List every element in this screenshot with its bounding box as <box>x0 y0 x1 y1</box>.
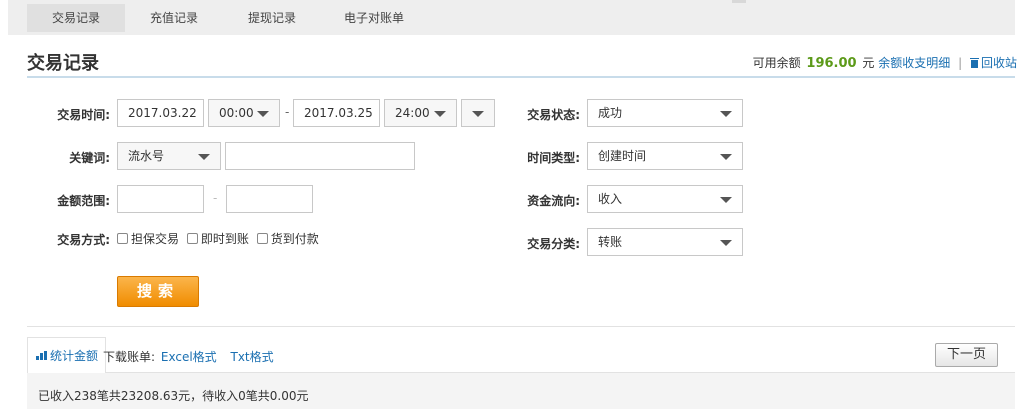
chevron-down-icon <box>720 197 732 203</box>
page-title: 交易记录 <box>27 53 99 74</box>
flow-label: 资金流向: <box>527 194 580 208</box>
status-label: 交易状态: <box>527 108 580 122</box>
keyword-type-value: 流水号 <box>128 149 165 163</box>
balance-unit: 元 <box>862 56 875 70</box>
tab-recharge[interactable]: 充值记录 <box>125 4 223 32</box>
chevron-down-icon <box>720 111 732 117</box>
checkbox-box[interactable] <box>256 233 268 244</box>
end-time-value: 24:00 <box>395 106 430 120</box>
flow-select[interactable]: 收入 <box>587 185 743 213</box>
tab-transactions[interactable]: 交易记录 <box>27 4 125 32</box>
tab-withdraw[interactable]: 提现记录 <box>223 4 321 32</box>
txt-download-link[interactable]: Txt格式 <box>231 350 274 364</box>
method-label: 交易方式: <box>57 233 110 247</box>
stat-tab-label: 统计金额 <box>50 349 99 363</box>
method-checkboxes: 担保交易 即时到账 货到付款 <box>117 230 323 247</box>
transaction-records-page: 交易记录 充值记录 提现记录 电子对账单 交易记录 可用余额 196.00 元 … <box>0 0 1029 409</box>
balance-detail-link[interactable]: 余额收支明细 <box>878 56 950 70</box>
summary-text: 已收入238笔共23208.63元，待收入0笔共0.00元 <box>38 389 309 403</box>
chevron-down-icon <box>257 111 269 117</box>
end-date-input[interactable]: 2017.03.25 <box>293 99 380 127</box>
next-page-button[interactable]: 下一页 <box>935 343 998 367</box>
tab-notch <box>732 0 746 3</box>
time-type-label: 时间类型: <box>527 151 580 165</box>
balance-amount: 196.00 <box>806 56 857 71</box>
top-tabs: 交易记录 充值记录 提现记录 电子对账单 <box>8 0 1015 35</box>
header-separator: | <box>958 56 963 70</box>
chevron-down-icon <box>720 240 732 246</box>
category-select[interactable]: 转账 <box>587 228 743 256</box>
checkbox-box[interactable] <box>186 233 198 244</box>
time-type-value: 创建时间 <box>598 149 647 163</box>
recycle-bin-link[interactable]: 回收站 <box>969 56 1017 70</box>
tab-statistics[interactable]: 统计金额 <box>27 337 106 373</box>
category-label: 交易分类: <box>527 237 580 251</box>
status-value: 成功 <box>598 106 623 120</box>
keyword-input[interactable] <box>225 142 415 170</box>
keyword-type-select[interactable]: 流水号 <box>117 142 221 170</box>
title-divider <box>27 76 1015 78</box>
amount-min-input[interactable] <box>117 185 204 213</box>
download-links: 下载账单: Excel格式 Txt格式 <box>103 348 274 365</box>
chevron-down-icon <box>472 111 484 117</box>
checkbox-instant-label: 即时到账 <box>200 232 249 246</box>
balance-label: 可用余额 <box>752 56 801 70</box>
date-range-dash: - <box>285 105 290 119</box>
download-label: 下载账单: <box>103 350 156 364</box>
checkbox-instant[interactable]: 即时到账 <box>186 232 249 246</box>
balance-info: 可用余额 196.00 元 余额收支明细 | 回收站 <box>753 54 1017 71</box>
chevron-down-icon <box>720 154 732 160</box>
flow-value: 收入 <box>598 192 623 206</box>
start-date-input[interactable]: 2017.03.22 <box>117 99 204 127</box>
checkbox-escrow-label: 担保交易 <box>131 232 180 246</box>
tab-e-statement[interactable]: 电子对账单 <box>321 4 427 32</box>
amount-max-input[interactable] <box>226 185 313 213</box>
recycle-bin-label: 回收站 <box>980 56 1017 70</box>
start-time-value: 00:00 <box>219 106 254 120</box>
category-value: 转账 <box>598 235 623 249</box>
checkbox-escrow[interactable]: 担保交易 <box>117 232 179 246</box>
amount-range-dash: - <box>213 191 218 205</box>
end-time-select[interactable]: 24:00 <box>384 99 457 127</box>
excel-download-link[interactable]: Excel格式 <box>161 350 217 364</box>
chevron-down-icon <box>198 154 210 160</box>
start-time-select[interactable]: 00:00 <box>208 99 280 127</box>
checkbox-cod-label: 货到付款 <box>270 232 319 246</box>
checkbox-box[interactable] <box>117 233 128 244</box>
time-type-select[interactable]: 创建时间 <box>587 142 743 170</box>
section-divider <box>27 326 1015 327</box>
search-button[interactable]: 搜索 <box>117 276 199 307</box>
checkbox-cod[interactable]: 货到付款 <box>256 232 319 246</box>
time-label: 交易时间: <box>57 108 110 122</box>
status-select[interactable]: 成功 <box>587 99 743 127</box>
amount-label: 金额范围: <box>57 194 110 208</box>
chevron-down-icon <box>434 111 446 117</box>
keyword-label: 关键词: <box>69 151 110 165</box>
trash-icon <box>969 58 979 68</box>
bar-chart-icon <box>36 351 47 360</box>
